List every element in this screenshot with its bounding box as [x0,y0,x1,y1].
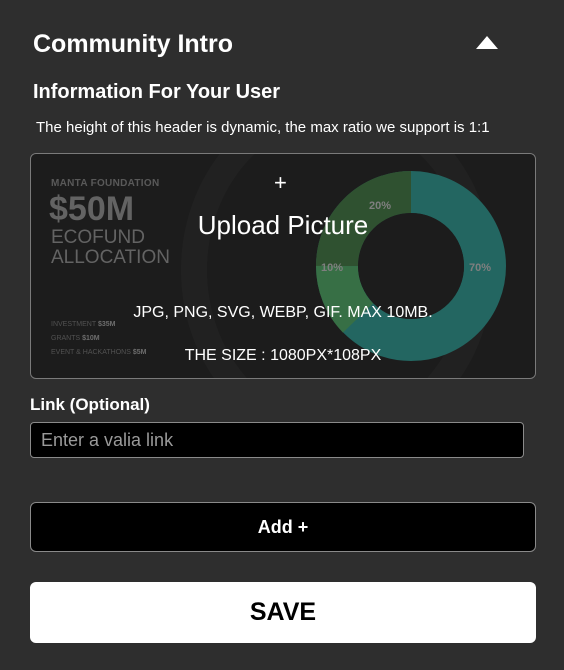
header-ratio-help-text: The height of this header is dynamic, th… [36,119,490,136]
link-input[interactable] [30,422,524,458]
save-button[interactable]: SAVE [30,582,536,643]
upload-picture-label: Upload Picture [197,210,369,240]
section-header: Community Intro [0,0,564,80]
collapse-button[interactable] [470,30,504,56]
accepted-formats-text: JPG, PNG, SVG, WEBP, GIF. MAX 10MB. [133,304,433,321]
triangle-up-icon [476,36,498,49]
info-subtitle: Information For Your User [33,81,281,103]
upload-picture-dropzone[interactable]: MANTA FOUNDATION $50M ECOFUND ALLOCATION… [30,153,536,379]
add-button[interactable]: Add + [30,502,536,552]
section-title: Community Intro [33,30,233,58]
image-size-text: THE SIZE : 1080PX*108PX [184,347,382,364]
upload-overlay: + Upload Picture JPG, PNG, SVG, WEBP, GI… [31,154,535,378]
link-label: Link (Optional) [30,395,150,414]
plus-icon: + [274,170,287,195]
